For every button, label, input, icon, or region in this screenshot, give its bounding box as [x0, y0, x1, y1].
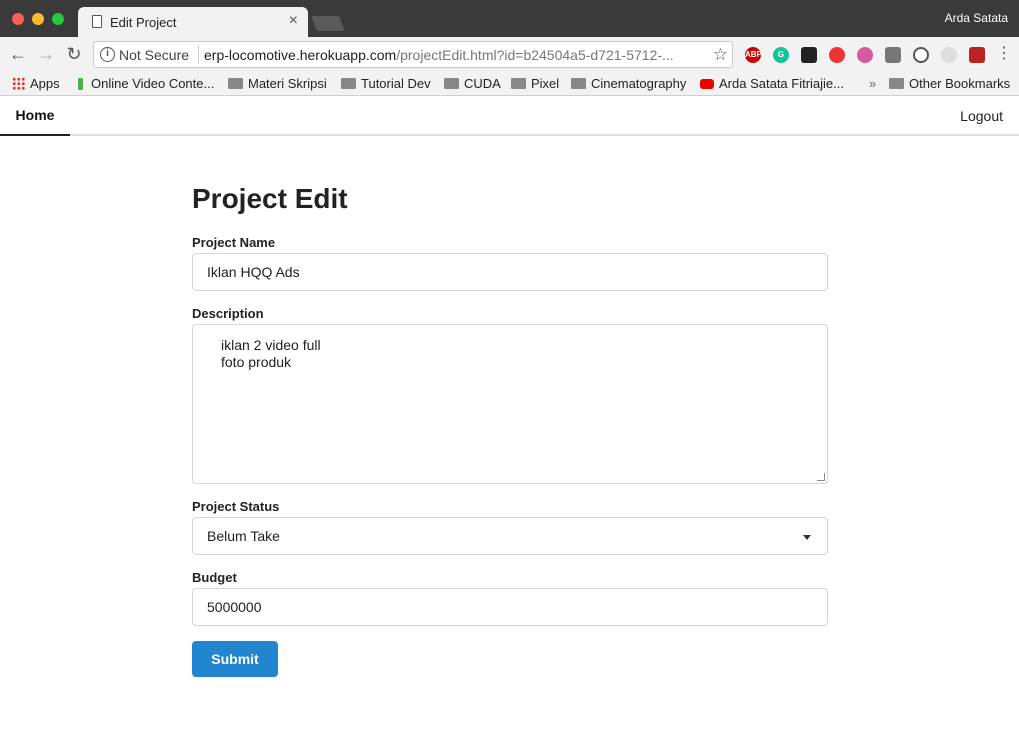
new-tab-button[interactable] — [311, 16, 345, 31]
apps-icon — [12, 77, 25, 90]
budget-label: Budget — [192, 570, 237, 585]
folder-icon — [511, 78, 526, 89]
profile-name[interactable]: Arda Satata — [945, 11, 1008, 25]
extension-icon[interactable] — [885, 47, 901, 63]
adblock-icon[interactable]: ABP — [745, 47, 762, 63]
divider — [198, 45, 199, 64]
grammarly-icon[interactable]: G — [773, 47, 789, 63]
bookmark-icon — [78, 78, 83, 90]
address-bar[interactable]: i Not Secure erp-locomotive.herokuapp.co… — [93, 41, 733, 68]
react-icon[interactable] — [941, 47, 957, 63]
project-name-input[interactable]: Iklan HQQ Ads — [192, 253, 828, 291]
opera-icon[interactable] — [829, 47, 845, 63]
bookmark-materi-skripsi[interactable]: Materi Skripsi — [228, 76, 327, 91]
block-icon[interactable] — [913, 47, 929, 63]
project-status-label: Project Status — [192, 499, 280, 514]
nav-logout[interactable]: Logout — [960, 108, 1003, 124]
bookmark-tutorial-dev[interactable]: Tutorial Dev — [341, 76, 431, 91]
minimize-window-button[interactable] — [32, 13, 44, 25]
bookmark-cinematography[interactable]: Cinematography — [571, 76, 686, 91]
nav-home[interactable]: Home — [0, 97, 70, 136]
browser-toolbar: ← → ↻ i Not Secure erp-locomotive.heroku… — [0, 37, 1019, 73]
youtube-icon — [700, 79, 714, 89]
more-bookmarks-icon[interactable]: » — [869, 76, 876, 91]
description-textarea[interactable]: iklan 2 video full foto produk — [192, 324, 828, 484]
dropdown-caret-icon — [803, 535, 811, 540]
url-host: erp-locomotive.herokuapp.com — [204, 47, 397, 63]
url-path: /projectEdit.html?id=b24504a5-d721-5712-… — [396, 47, 674, 63]
page-title: Project Edit — [192, 183, 348, 214]
document-icon — [92, 15, 102, 28]
back-arrow-icon[interactable]: ← — [6, 42, 30, 66]
close-window-button[interactable] — [12, 13, 24, 25]
description-text: iklan 2 video full foto produk — [221, 337, 321, 370]
description-label: Description — [192, 306, 264, 321]
bookmark-online-video[interactable]: Online Video Conte... — [78, 76, 214, 91]
folder-icon — [228, 78, 243, 89]
instagram-icon[interactable] — [857, 47, 873, 63]
close-tab-icon[interactable]: × — [289, 12, 298, 30]
bookmark-pixel[interactable]: Pixel — [511, 76, 559, 91]
forward-arrow-icon[interactable]: → — [34, 42, 58, 66]
project-status-value: Belum Take — [207, 528, 280, 544]
resize-handle-icon[interactable] — [817, 473, 825, 481]
submit-button[interactable]: Submit — [192, 641, 278, 677]
maximize-window-button[interactable] — [52, 13, 64, 25]
browser-titlebar: Edit Project × Arda Satata — [0, 0, 1019, 37]
security-label: Not Secure — [119, 47, 190, 63]
project-edit-form: Project Edit Project Name Iklan HQQ Ads … — [192, 183, 828, 677]
budget-input[interactable]: 5000000 — [192, 588, 828, 626]
folder-icon — [571, 78, 586, 89]
folder-icon — [341, 78, 356, 89]
browser-tab[interactable]: Edit Project × — [78, 7, 308, 37]
project-name-label: Project Name — [192, 235, 276, 250]
extension-icon[interactable] — [801, 47, 817, 63]
bookmark-star-icon[interactable]: ☆ — [713, 45, 728, 65]
bookmark-youtube[interactable]: Arda Satata Fitriajie... — [700, 76, 844, 91]
project-status-select[interactable]: Belum Take — [192, 517, 828, 555]
info-icon[interactable]: i — [100, 47, 115, 62]
bookmarks-bar: Apps Online Video Conte... Materi Skrips… — [0, 73, 1019, 96]
bookmark-apps[interactable]: Apps — [12, 76, 60, 91]
app-navbar: Home Logout — [0, 97, 1019, 136]
folder-icon — [889, 78, 904, 89]
extension-icon[interactable] — [969, 47, 985, 63]
reload-icon[interactable]: ↻ — [62, 42, 86, 66]
folder-icon — [444, 78, 459, 89]
tab-title: Edit Project — [110, 15, 177, 30]
menu-icon[interactable]: ⋮ — [992, 42, 1016, 66]
bookmark-other[interactable]: Other Bookmarks — [889, 76, 1010, 91]
bookmark-cuda[interactable]: CUDA — [444, 76, 501, 91]
url-text[interactable]: erp-locomotive.herokuapp.com/projectEdit… — [204, 47, 674, 63]
